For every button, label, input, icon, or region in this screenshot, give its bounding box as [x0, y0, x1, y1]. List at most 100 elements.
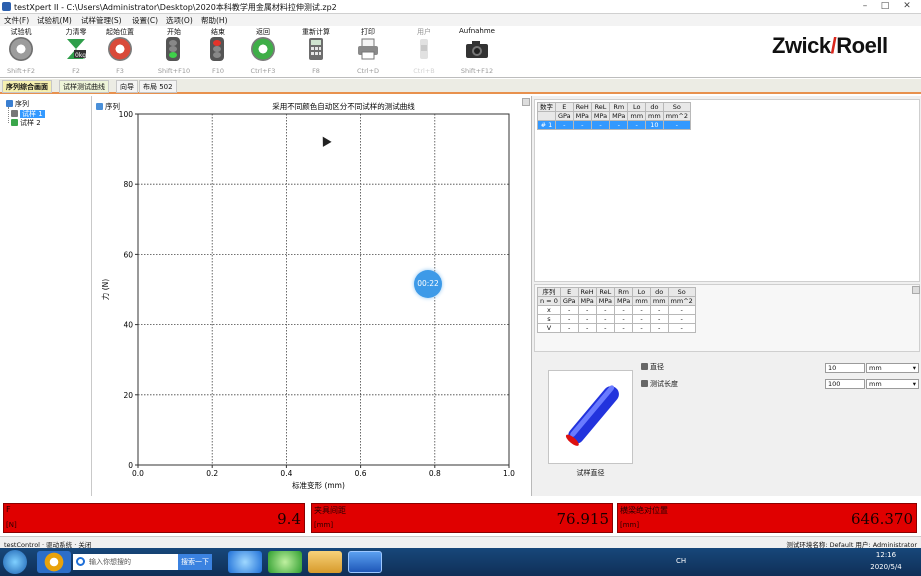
y-tick-label: 40 — [123, 321, 133, 330]
stats-unit-cell: MPa — [613, 296, 634, 306]
stats-cell: - — [613, 323, 634, 333]
stats-header-cell: ReH — [577, 287, 597, 297]
stats-cell: - — [559, 305, 579, 315]
crosshead-position-readout: 横梁绝对位置 [mm] 646.370 — [617, 503, 917, 533]
results-row-cell: - — [555, 120, 574, 130]
stats-cell: - — [649, 305, 669, 315]
tab-specimen-curve[interactable]: 试样测试曲线 — [59, 80, 109, 93]
menu-help[interactable]: 帮助(H) — [201, 15, 228, 26]
language-indicator[interactable]: CH — [676, 557, 686, 565]
return-button[interactable]: 返回 Ctrl+F3 — [238, 26, 288, 78]
test-length-input[interactable]: 100 — [825, 379, 865, 389]
menu-settings[interactable]: 设置(C) — [132, 15, 158, 26]
stats-unit-cell: n = 0 — [537, 296, 561, 306]
start-position-button[interactable]: 起始位置 F3 — [95, 26, 145, 78]
y-axis-label: 力 (N) — [100, 279, 110, 300]
folder-icon[interactable] — [308, 551, 342, 573]
stats-cell: - — [649, 323, 669, 333]
recalculate-button[interactable]: 重新计算 F8 — [291, 26, 341, 78]
results-row-cell: - — [609, 120, 629, 130]
results-unit-cell — [537, 111, 556, 121]
results-unit-cell: MPa — [609, 111, 629, 121]
menu-specimen[interactable]: 试样管理(S) — [81, 15, 122, 26]
test-length-unit-select[interactable]: mm ▾ — [866, 379, 919, 389]
stats-unit-cell: MPa — [595, 296, 615, 306]
timer-badge: 00:22 — [414, 270, 442, 298]
print-button[interactable]: 打印 Ctrl+D — [343, 26, 393, 78]
stats-header-cell: Lo — [632, 287, 651, 297]
view-tabs: 序列综合画面 试样测试曲线 向导 布局 502 — [0, 79, 921, 94]
tab-layout[interactable]: 布局 502 — [139, 80, 177, 93]
app-icon — [2, 2, 11, 11]
y-tick-label: 60 — [123, 250, 133, 259]
gear-icon — [108, 37, 132, 61]
close-icon[interactable]: ✕ — [898, 0, 916, 12]
clock-date[interactable]: 2020/5/4 — [864, 563, 908, 571]
stats-row: V------- — [537, 323, 696, 333]
results-row-cell: 10 — [645, 120, 664, 130]
tree-root[interactable]: 序列 — [6, 99, 29, 109]
tree-item-specimen-2[interactable]: 试样 2 — [11, 118, 41, 128]
capture-button[interactable]: Aufnahme Shift+F12 — [452, 26, 502, 78]
calculator-icon — [304, 37, 328, 61]
start-menu-icon[interactable] — [3, 550, 27, 574]
testxpert-taskbar-icon[interactable] — [348, 551, 382, 573]
statistics-table: 序列 E ReH ReL Rm Lo do So n = 0 GPa MPa MPa MPa mm mm mm… — [537, 287, 696, 333]
stop-button[interactable]: 结束 F10 — [193, 26, 243, 78]
gear-icon — [9, 37, 33, 61]
stats-cell: s — [537, 314, 561, 324]
browser-icon[interactable] — [37, 551, 71, 573]
machine-button[interactable]: 试验机 Shift+F2 — [0, 26, 46, 78]
results-header-cell: Rm — [609, 102, 629, 112]
panel-toggle-icon[interactable] — [912, 286, 920, 294]
stats-cell: V — [537, 323, 561, 333]
maximize-icon[interactable]: □ — [876, 0, 894, 12]
results-unit-cell: mm — [645, 111, 664, 121]
ie-icon — [76, 557, 85, 566]
tree-connector — [8, 107, 9, 123]
results-header-cell: do — [645, 102, 664, 112]
search-button[interactable]: 搜索一下 — [178, 554, 212, 570]
minimize-icon[interactable]: – — [856, 0, 874, 12]
x-tick-label: 1.0 — [503, 469, 515, 478]
force-readout: F [N] 9.4 — [3, 503, 305, 533]
stats-cell: - — [667, 305, 696, 315]
stats-unit-cell: GPa — [559, 296, 579, 306]
menu-file[interactable]: 文件(F) — [4, 15, 29, 26]
force-zero-button[interactable]: 力清零 0kg F2 — [51, 26, 101, 78]
x-tick-label: 0.4 — [280, 469, 292, 478]
user-button[interactable]: 用户 Ctrl+B — [399, 26, 449, 78]
specimen-caption: 试样直径 — [576, 469, 605, 477]
stats-cell: - — [559, 323, 579, 333]
diameter-unit-select[interactable]: mm ▾ — [866, 363, 919, 373]
traffic-light-icon — [166, 37, 180, 61]
results-row-cell: # 1 — [537, 120, 556, 130]
tab-sequence-overview[interactable]: 序列综合画面 — [2, 80, 52, 93]
green-app-icon[interactable] — [268, 551, 302, 573]
stats-header-cell: do — [649, 287, 669, 297]
svg-text:0kg: 0kg — [75, 52, 86, 59]
force-deformation-chart: 0.0 0.2 0.4 0.6 0.8 1.0 0 20 40 60 80 100 采用不同颜色自动区分… — [100, 101, 515, 490]
results-row-cell: - — [627, 120, 647, 130]
clock-time[interactable]: 12:16 — [866, 551, 906, 559]
start-button[interactable]: 开始 Shift+F10 — [149, 26, 199, 78]
cube-icon — [6, 100, 13, 107]
results-unit-cell: mm — [627, 111, 647, 121]
search-input[interactable]: 输入你想搜的 — [73, 554, 178, 570]
panel-toggle-icon[interactable] — [522, 98, 530, 106]
tab-wizard[interactable]: 向导 — [116, 80, 138, 93]
menu-machine[interactable]: 试验机(M) — [37, 15, 72, 26]
menu-bar: 文件(F) 试验机(M) 试样管理(S) 设置(C) 选项(O) 帮助(H) — [0, 14, 921, 26]
right-pane: 数字 E ReH ReL Rm Lo do So GPa MPa MPa MPa mm mm mm^2 # 1… — [522, 96, 921, 496]
diameter-input[interactable]: 10 — [825, 363, 865, 373]
stats-cell: - — [577, 314, 597, 324]
ie-taskbar-icon[interactable] — [228, 551, 262, 573]
x-tick-label: 0.2 — [206, 469, 218, 478]
results-header-cell: Lo — [627, 102, 647, 112]
stats-cell: - — [595, 305, 615, 315]
menu-options[interactable]: 选项(O) — [166, 15, 193, 26]
stats-unit-cell: mm — [649, 296, 669, 306]
results-row-cell: - — [662, 120, 691, 130]
chevron-down-icon: ▾ — [912, 380, 916, 388]
stats-cell: - — [559, 314, 579, 324]
